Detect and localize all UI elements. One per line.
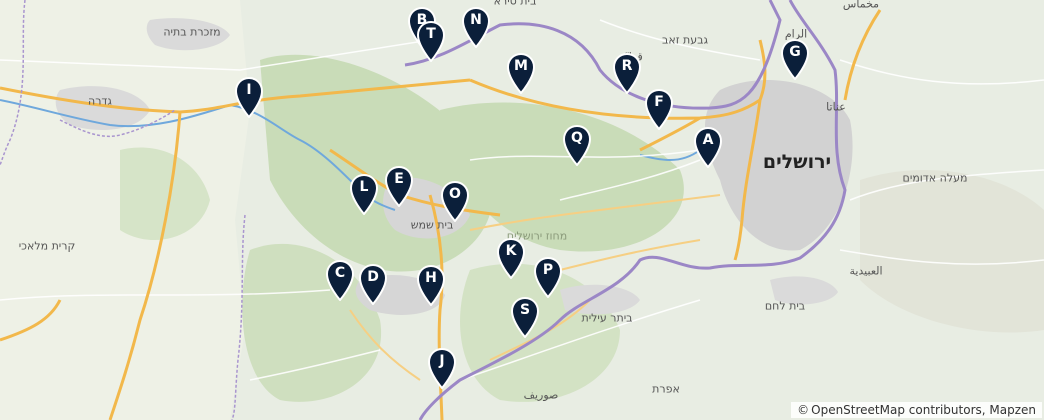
map-marker-e[interactable]: E <box>383 165 415 207</box>
map-marker-a[interactable]: A <box>692 126 724 168</box>
map-marker-p[interactable]: P <box>532 256 564 298</box>
marker-letter: A <box>702 132 714 148</box>
map-marker-m[interactable]: M <box>505 52 537 94</box>
map-marker-h[interactable]: H <box>415 264 447 306</box>
marker-letter: N <box>470 12 482 28</box>
map-marker-f[interactable]: F <box>643 88 675 130</box>
map-marker-j[interactable]: J <box>426 347 458 389</box>
map-canvas[interactable]: ירושלים בית שמש מחוז ירושלים ביתר עילית בית … <box>0 0 1044 420</box>
marker-letter: C <box>334 265 346 281</box>
map-marker-g[interactable]: G <box>779 38 811 80</box>
map-marker-k[interactable]: K <box>495 237 527 279</box>
marker-letter: D <box>367 269 379 285</box>
map-marker-t[interactable]: T <box>415 20 447 62</box>
marker-letter: E <box>394 171 404 187</box>
map-marker-d[interactable]: D <box>357 263 389 305</box>
map-marker-q[interactable]: Q <box>561 124 593 166</box>
copyright-icon: © <box>797 403 810 417</box>
marker-letter: H <box>425 270 437 286</box>
map-marker-o[interactable]: O <box>439 180 471 222</box>
map-attribution[interactable]: © OpenStreetMap contributors, Mapzen <box>791 402 1042 418</box>
marker-letter: S <box>519 302 531 318</box>
marker-letter: G <box>789 44 801 60</box>
map-marker-l[interactable]: L <box>348 173 380 215</box>
marker-letter: I <box>246 82 252 98</box>
map-marker-i[interactable]: I <box>233 76 265 118</box>
marker-letter: O <box>449 186 461 202</box>
marker-letter: P <box>542 262 554 278</box>
attribution-text[interactable]: OpenStreetMap contributors, Mapzen <box>811 403 1036 417</box>
marker-letter: J <box>439 353 445 369</box>
marker-letter: Q <box>571 130 583 146</box>
marker-letter: F <box>654 94 664 110</box>
map-marker-c[interactable]: C <box>324 259 356 301</box>
marker-letter: M <box>514 58 528 74</box>
map-marker-r[interactable]: R <box>611 52 643 94</box>
map-marker-s[interactable]: S <box>509 296 541 338</box>
marker-letter: R <box>621 58 633 74</box>
marker-letter: L <box>359 179 369 195</box>
map-marker-n[interactable]: N <box>460 6 492 48</box>
marker-letter: K <box>505 243 517 259</box>
marker-letter: T <box>426 26 436 42</box>
